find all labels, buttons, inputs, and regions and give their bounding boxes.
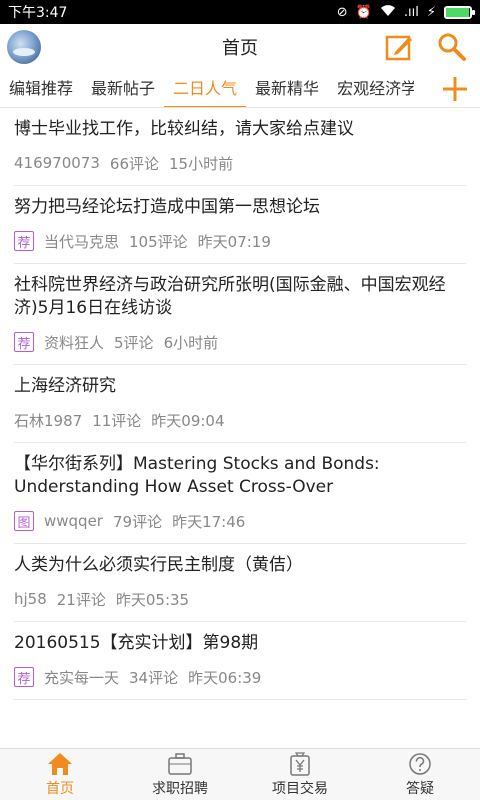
user-avatar[interactable] xyxy=(7,30,41,64)
post-author: 416970073 xyxy=(14,154,100,172)
post-author: 资料狂人 xyxy=(44,333,105,352)
battery-icon xyxy=(444,5,475,19)
list-item[interactable]: 【华尔街系列】Mastering Stocks and Bonds: Under… xyxy=(14,443,466,544)
post-author: 当代马克思 xyxy=(44,232,120,251)
post-comments: 11评论 xyxy=(92,411,142,430)
nav-label: 求职招聘 xyxy=(152,780,208,797)
post-comments: 105评论 xyxy=(129,232,188,251)
nav-home[interactable]: 首页 xyxy=(0,749,120,800)
plus-icon xyxy=(443,77,467,101)
post-meta: 荐 充实每一天 34评论 昨天06:39 xyxy=(14,655,466,699)
list-item[interactable]: 努力把马经论坛打造成中国第一思想论坛 荐 当代马克思 105评论 昨天07:19 xyxy=(14,186,466,264)
post-time: 昨天07:19 xyxy=(197,232,271,251)
tab-latest-posts[interactable]: 最新帖子 xyxy=(82,70,164,107)
mute-icon: ⊘ xyxy=(336,4,348,20)
list-item[interactable]: 上海经济研究 石林1987 11评论 昨天09:04 xyxy=(14,365,466,443)
nav-label: 答疑 xyxy=(406,780,434,797)
post-author: hj58 xyxy=(14,590,47,608)
nav-qa[interactable]: 答疑 xyxy=(360,749,480,800)
post-title: 上海经济研究 xyxy=(14,376,116,396)
wifi-icon xyxy=(380,4,396,20)
post-comments: 21评论 xyxy=(56,590,106,609)
post-author: 石林1987 xyxy=(14,411,83,430)
battery-level xyxy=(446,7,469,17)
tab-two-day-popular[interactable]: 二日人气 xyxy=(164,70,247,107)
post-title: 社科院世界经济与政治研究所张明(国际金融、中国宏观经济)5月16日在线访谈 xyxy=(14,275,446,318)
yen-bag-icon xyxy=(290,751,310,776)
list-item[interactable]: 人类为什么必须实行民主制度（黄佶） hj58 21评论 昨天05:35 xyxy=(14,544,466,622)
post-time: 昨天09:04 xyxy=(151,411,225,430)
nav-label: 首页 xyxy=(46,780,74,797)
post-title: 20160515【充实计划】第98期 xyxy=(14,633,259,653)
post-list: 博士毕业找工作，比较纠结，请大家给点建议 416970073 66评论 15小时… xyxy=(0,108,480,748)
recommend-badge: 荐 xyxy=(14,231,34,251)
post-title: 【华尔街系列】Mastering Stocks and Bonds: Under… xyxy=(14,454,380,497)
image-badge: 图 xyxy=(14,511,34,531)
post-time: 15小时前 xyxy=(169,154,234,173)
search-icon[interactable] xyxy=(436,31,468,63)
tab-editor-picks[interactable]: 编辑推荐 xyxy=(0,70,82,107)
bottom-nav: 首页 求职招聘 项目交易 答疑 xyxy=(0,748,480,800)
signal-icon: .ııl xyxy=(403,4,419,20)
post-comments: 34评论 xyxy=(129,668,179,687)
post-meta: 荐 资料狂人 5评论 6小时前 xyxy=(14,320,466,364)
list-item[interactable]: 20160515【充实计划】第98期 荐 充实每一天 34评论 昨天06:39 xyxy=(14,622,466,700)
home-icon xyxy=(48,752,72,775)
post-title: 博士毕业找工作，比较纠结，请大家给点建议 xyxy=(14,119,354,139)
tab-macroeconomics[interactable]: 宏观经济学 xyxy=(328,70,414,107)
post-meta: 石林1987 11评论 昨天09:04 xyxy=(14,398,466,442)
post-author: wwqqer xyxy=(44,512,103,530)
post-time: 6小时前 xyxy=(163,333,219,352)
app-header: 首页 xyxy=(0,24,480,70)
nav-jobs[interactable]: 求职招聘 xyxy=(120,749,240,800)
post-meta: 416970073 66评论 15小时前 xyxy=(14,141,466,185)
post-comments: 66评论 xyxy=(109,154,159,173)
add-tab-button[interactable] xyxy=(430,70,480,107)
post-comments: 5评论 xyxy=(114,333,154,352)
post-author: 充实每一天 xyxy=(44,668,120,687)
post-meta: 图 wwqqer 79评论 昨天17:46 xyxy=(14,499,466,543)
list-item[interactable]: 博士毕业找工作，比较纠结，请大家给点建议 416970073 66评论 15小时… xyxy=(14,108,466,186)
post-comments: 79评论 xyxy=(112,512,163,531)
page-title: 首页 xyxy=(222,38,258,59)
recommend-badge: 荐 xyxy=(14,332,34,352)
edit-icon[interactable] xyxy=(384,32,414,62)
post-time: 昨天05:35 xyxy=(115,590,190,609)
post-meta: 荐 当代马克思 105评论 昨天07:19 xyxy=(14,219,466,263)
status-icons: ⊘ ⏰ .ııl ⚡ xyxy=(336,4,475,20)
briefcase-icon xyxy=(168,752,192,775)
post-time: 昨天06:39 xyxy=(188,668,262,687)
category-tabs: 编辑推荐 最新帖子 二日人气 最新精华 宏观经济学 xyxy=(0,70,480,108)
alarm-icon: ⏰ xyxy=(355,4,372,20)
status-time: 下午3:47 xyxy=(8,5,68,21)
post-time: 昨天17:46 xyxy=(172,512,246,531)
charging-icon: ⚡ xyxy=(426,4,436,20)
nav-label: 项目交易 xyxy=(272,780,328,797)
question-icon xyxy=(409,752,431,775)
recommend-badge: 荐 xyxy=(14,667,34,687)
status-bar: 下午3:47 ⊘ ⏰ .ııl ⚡ xyxy=(0,0,480,24)
tab-latest-featured[interactable]: 最新精华 xyxy=(246,70,328,107)
post-meta: hj58 21评论 昨天05:35 xyxy=(14,577,466,621)
list-item[interactable]: 社科院世界经济与政治研究所张明(国际金融、中国宏观经济)5月16日在线访谈 荐 … xyxy=(14,264,466,365)
nav-projects[interactable]: 项目交易 xyxy=(240,749,360,800)
post-title: 人类为什么必须实行民主制度（黄佶） xyxy=(14,555,303,575)
post-title: 努力把马经论坛打造成中国第一思想论坛 xyxy=(14,197,320,217)
